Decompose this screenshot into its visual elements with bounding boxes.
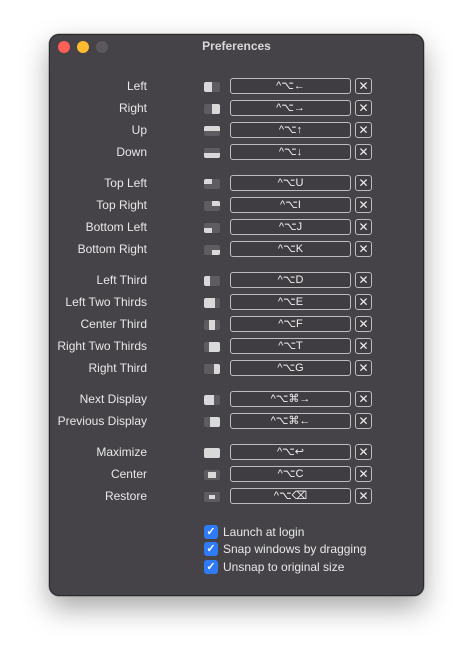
next-display-icon bbox=[204, 395, 220, 405]
shortcut-label: Top Right bbox=[96, 198, 147, 212]
checkbox-label[interactable]: Snap windows by dragging bbox=[223, 542, 366, 556]
shortcut-label: Previous Display bbox=[57, 414, 147, 428]
right-third-icon bbox=[204, 364, 220, 374]
shortcut-label: Bottom Right bbox=[77, 242, 147, 256]
shortcut-recorder-field[interactable]: ^⌥↩ bbox=[230, 444, 351, 460]
checkbox-label[interactable]: Launch at login bbox=[223, 525, 304, 539]
shortcut-row-right: Right ^⌥→ ✕ bbox=[50, 99, 423, 119]
shortcut-row-next-display: Next Display ^⌥⌘→ ✕ bbox=[50, 390, 423, 410]
clear-shortcut-button[interactable]: ✕ bbox=[355, 488, 372, 504]
bottom-left-quarter-icon bbox=[204, 223, 220, 233]
shortcut-recorder-field[interactable]: ^⌥D bbox=[230, 272, 351, 288]
clear-shortcut-button[interactable]: ✕ bbox=[355, 391, 372, 407]
shortcut-label: Left Two Thirds bbox=[65, 295, 147, 309]
clear-shortcut-button[interactable]: ✕ bbox=[355, 272, 372, 288]
shortcut-row-right-third: Right Third ^⌥G ✕ bbox=[50, 359, 423, 379]
window-title: Preferences bbox=[202, 39, 271, 53]
clear-shortcut-button[interactable]: ✕ bbox=[355, 78, 372, 94]
maximize-icon bbox=[204, 448, 220, 458]
shortcut-label: Left bbox=[126, 79, 147, 93]
clear-shortcut-button[interactable]: ✕ bbox=[355, 294, 372, 310]
shortcut-recorder-field[interactable]: ^⌥F bbox=[230, 316, 351, 332]
shortcut-row-left: Left ^⌥← ✕ bbox=[50, 77, 423, 97]
title-bar: Preferences bbox=[50, 35, 423, 59]
clear-shortcut-button[interactable]: ✕ bbox=[355, 144, 372, 160]
shortcut-label: Top Left bbox=[104, 176, 147, 190]
shortcut-label: Maximize bbox=[96, 445, 147, 459]
shortcut-recorder-field[interactable]: ^⌥U bbox=[230, 175, 351, 191]
clear-shortcut-button[interactable]: ✕ bbox=[355, 175, 372, 191]
checkbox-label[interactable]: Unsnap to original size bbox=[223, 560, 344, 574]
center-third-icon bbox=[204, 320, 220, 330]
bottom-right-quarter-icon bbox=[204, 245, 220, 255]
right-two-thirds-icon bbox=[204, 342, 220, 352]
shortcut-row-right-two-thirds: Right Two Thirds ^⌥T ✕ bbox=[50, 337, 423, 357]
clear-shortcut-button[interactable]: ✕ bbox=[355, 100, 372, 116]
shortcut-row-top-right: Top Right ^⌥I ✕ bbox=[50, 196, 423, 216]
shortcut-recorder-field[interactable]: ^⌥⌫ bbox=[230, 488, 351, 504]
shortcut-recorder-field[interactable]: ^⌥J bbox=[230, 219, 351, 235]
shortcut-row-left-third: Left Third ^⌥D ✕ bbox=[50, 271, 423, 291]
shortcut-label: Center Third bbox=[80, 317, 147, 331]
checkbox[interactable]: ✓ bbox=[204, 525, 218, 539]
shortcut-label: Right Two Thirds bbox=[57, 339, 147, 353]
shortcut-row-center-third: Center Third ^⌥F ✕ bbox=[50, 315, 423, 335]
shortcut-row-center: Center ^⌥C ✕ bbox=[50, 465, 423, 485]
left-two-thirds-icon bbox=[204, 298, 220, 308]
center-icon bbox=[204, 470, 220, 480]
shortcut-recorder-field[interactable]: ^⌥I bbox=[230, 197, 351, 213]
shortcut-row-previous-display: Previous Display ^⌥⌘← ✕ bbox=[50, 412, 423, 432]
shortcut-recorder-field[interactable]: ^⌥⌘← bbox=[230, 413, 351, 429]
restore-icon bbox=[204, 492, 220, 502]
shortcut-recorder-field[interactable]: ^⌥T bbox=[230, 338, 351, 354]
shortcut-row-down: Down ^⌥↓ ✕ bbox=[50, 143, 423, 163]
shortcut-row-maximize: Maximize ^⌥↩ ✕ bbox=[50, 443, 423, 463]
bottom-half-icon bbox=[204, 148, 220, 158]
shortcut-recorder-field[interactable]: ^⌥↑ bbox=[230, 122, 351, 138]
shortcut-label: Right Third bbox=[88, 361, 147, 375]
clear-shortcut-button[interactable]: ✕ bbox=[355, 122, 372, 138]
shortcut-label: Up bbox=[131, 123, 147, 137]
shortcut-label: Center bbox=[110, 467, 147, 481]
preferences-window: Preferences Left ^⌥← ✕ Right ^⌥→ ✕ Up ^⌥↑ ✕ Down ^… bbox=[49, 34, 424, 596]
shortcut-row-up: Up ^⌥↑ ✕ bbox=[50, 121, 423, 141]
top-right-quarter-icon bbox=[204, 201, 220, 211]
shortcut-label: Restore bbox=[104, 489, 147, 503]
top-left-quarter-icon bbox=[204, 179, 220, 189]
clear-shortcut-button[interactable]: ✕ bbox=[355, 444, 372, 460]
top-half-icon bbox=[204, 126, 220, 136]
clear-shortcut-button[interactable]: ✕ bbox=[355, 219, 372, 235]
shortcut-label: Left Third bbox=[96, 273, 147, 287]
shortcut-recorder-field[interactable]: ^⌥C bbox=[230, 466, 351, 482]
clear-shortcut-button[interactable]: ✕ bbox=[355, 466, 372, 482]
shortcut-recorder-field[interactable]: ^⌥E bbox=[230, 294, 351, 310]
shortcut-label: Down bbox=[116, 145, 147, 159]
shortcut-recorder-field[interactable]: ^⌥K bbox=[230, 241, 351, 257]
shortcut-row-top-left: Top Left ^⌥U ✕ bbox=[50, 174, 423, 194]
shortcut-row-restore: Restore ^⌥⌫ ✕ bbox=[50, 487, 423, 507]
right-half-icon bbox=[204, 104, 220, 114]
checkbox[interactable]: ✓ bbox=[204, 542, 218, 556]
clear-shortcut-button[interactable]: ✕ bbox=[355, 241, 372, 257]
checkbox[interactable]: ✓ bbox=[204, 560, 218, 574]
shortcut-recorder-field[interactable]: ^⌥G bbox=[230, 360, 351, 376]
shortcut-recorder-field[interactable]: ^⌥→ bbox=[230, 100, 351, 116]
clear-shortcut-button[interactable]: ✕ bbox=[355, 360, 372, 376]
shortcut-row-left-two-thirds: Left Two Thirds ^⌥E ✕ bbox=[50, 293, 423, 313]
clear-shortcut-button[interactable]: ✕ bbox=[355, 338, 372, 354]
shortcut-recorder-field[interactable]: ^⌥↓ bbox=[230, 144, 351, 160]
shortcut-label: Next Display bbox=[79, 392, 147, 406]
shortcut-row-bottom-left: Bottom Left ^⌥J ✕ bbox=[50, 218, 423, 238]
clear-shortcut-button[interactable]: ✕ bbox=[355, 316, 372, 332]
left-third-icon bbox=[204, 276, 220, 286]
shortcut-recorder-field[interactable]: ^⌥← bbox=[230, 78, 351, 94]
shortcut-recorder-field[interactable]: ^⌥⌘→ bbox=[230, 391, 351, 407]
previous-display-icon bbox=[204, 417, 220, 427]
clear-shortcut-button[interactable]: ✕ bbox=[355, 197, 372, 213]
left-half-icon bbox=[204, 82, 220, 92]
shortcut-row-bottom-right: Bottom Right ^⌥K ✕ bbox=[50, 240, 423, 260]
shortcut-label: Right bbox=[118, 101, 147, 115]
shortcut-label: Bottom Left bbox=[85, 220, 147, 234]
clear-shortcut-button[interactable]: ✕ bbox=[355, 413, 372, 429]
